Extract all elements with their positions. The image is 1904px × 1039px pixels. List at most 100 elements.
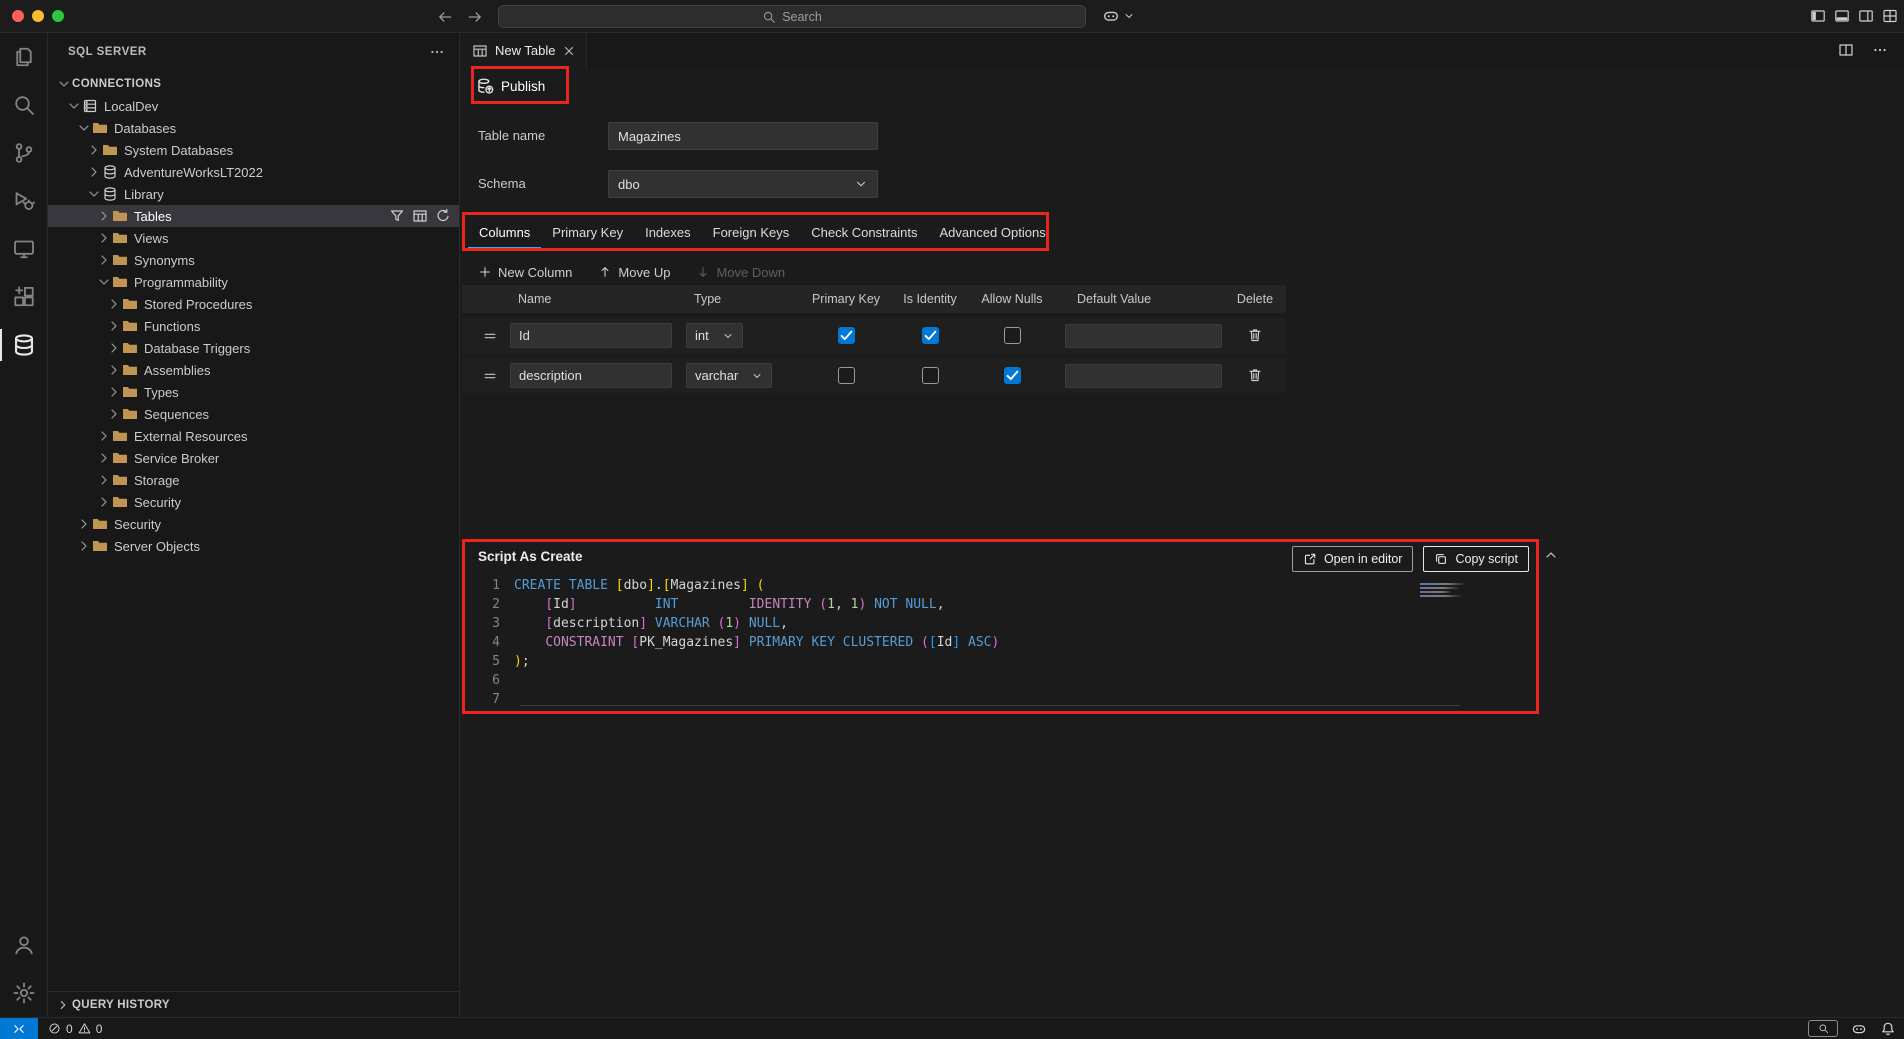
default-value-input[interactable] (1065, 364, 1222, 388)
filter-icon[interactable] (389, 208, 405, 224)
code-line: 6 (462, 671, 1479, 690)
move-up-button[interactable]: Move Up (598, 265, 670, 280)
tree-item-service-broker[interactable]: Service Broker (48, 447, 459, 469)
move-down-button[interactable]: Move Down (696, 265, 785, 280)
activity-item-explorer[interactable] (0, 33, 48, 81)
column-type-dropdown[interactable]: int (686, 323, 743, 348)
designer-tab-indexes[interactable]: Indexes (634, 215, 702, 249)
query-history-section[interactable]: QUERY HISTORY (48, 991, 459, 1017)
tree-item-security[interactable]: Security (48, 513, 459, 535)
delete-column-icon[interactable] (1247, 367, 1263, 383)
activity-bar-bottom (0, 921, 47, 1017)
chevron-right-icon (76, 538, 92, 554)
copy-script-label: Copy script (1455, 552, 1518, 566)
tree-item-server-objects[interactable]: Server Objects (48, 535, 459, 557)
tree-item-connections[interactable]: CONNECTIONS (48, 73, 459, 95)
tree-item-sequences[interactable]: Sequences (48, 403, 459, 425)
tree-item-views[interactable]: Views (48, 227, 459, 249)
designer-tab-advanced-options[interactable]: Advanced Options (928, 215, 1056, 249)
zoom-indicator[interactable] (1808, 1020, 1838, 1037)
is-identity-checkbox[interactable] (922, 367, 939, 384)
refresh-icon[interactable] (435, 208, 451, 224)
tree-item-storage[interactable]: Storage (48, 469, 459, 491)
code-line: 1CREATE TABLE [dbo].[Magazines] ( (462, 576, 1479, 595)
designer-tab-foreign-keys[interactable]: Foreign Keys (702, 215, 801, 249)
back-icon[interactable] (436, 8, 454, 26)
tree-item-types[interactable]: Types (48, 381, 459, 403)
is-identity-checkbox[interactable] (922, 327, 939, 344)
tree-item-system-databases[interactable]: System Databases (48, 139, 459, 161)
designer-tab-primary-key[interactable]: Primary Key (541, 215, 634, 249)
tree-item-label: Types (144, 385, 179, 400)
column-header-default-value: Default Value (1065, 285, 1222, 313)
close-window-button[interactable] (12, 10, 24, 22)
delete-column-icon[interactable] (1247, 327, 1263, 343)
tree-item-label: Synonyms (134, 253, 195, 268)
activity-item-source-control[interactable] (0, 129, 48, 177)
activity-item-remote-explorer[interactable] (0, 225, 48, 273)
open-in-editor-button[interactable]: Open in editor (1292, 546, 1414, 572)
tree-item-synonyms[interactable]: Synonyms (48, 249, 459, 271)
command-center-search[interactable]: Search (498, 5, 1086, 28)
primary-key-checkbox[interactable] (838, 327, 855, 344)
tree-item-external-resources[interactable]: External Resources (48, 425, 459, 447)
activity-item-run-and-debug[interactable] (0, 177, 48, 225)
tree-item-functions[interactable]: Functions (48, 315, 459, 337)
drag-handle-icon[interactable] (474, 358, 506, 393)
tab-new-table[interactable]: New Table (460, 33, 587, 68)
activity-item-extensions[interactable] (0, 273, 48, 321)
tree-item-label: Database Triggers (144, 341, 250, 356)
column-name-input[interactable]: Id (510, 323, 672, 348)
column-type-dropdown[interactable]: varchar (686, 363, 772, 388)
minimize-window-button[interactable] (32, 10, 44, 22)
chevron-down-icon (86, 186, 102, 202)
more-actions-icon[interactable] (1872, 42, 1888, 58)
primary-key-checkbox[interactable] (838, 367, 855, 384)
default-value-input[interactable] (1065, 324, 1222, 348)
maximize-window-button[interactable] (52, 10, 64, 22)
allow-nulls-checkbox[interactable] (1004, 327, 1021, 344)
designer-tab-columns[interactable]: Columns (468, 215, 541, 249)
line-number: 5 (462, 652, 514, 671)
code-line: 4 CONSTRAINT [PK_Magazines] PRIMARY KEY … (462, 633, 1479, 652)
activity-item-settings[interactable] (0, 969, 48, 1017)
designer-tab-check-constraints[interactable]: Check Constraints (800, 215, 928, 249)
copy-script-button[interactable]: Copy script (1423, 546, 1529, 572)
new-column-button[interactable]: New Column (478, 265, 572, 280)
allow-nulls-checkbox[interactable] (1004, 367, 1021, 384)
customize-layout-icon[interactable] (1882, 8, 1898, 24)
problems-indicator[interactable]: 0 0 (48, 1022, 102, 1036)
tree-item-localdev[interactable]: LocalDev (48, 95, 459, 117)
column-name-input[interactable]: description (510, 363, 672, 388)
split-editor-icon[interactable] (1838, 42, 1854, 58)
activity-item-accounts[interactable] (0, 921, 48, 969)
activity-item-sql-server[interactable] (0, 321, 48, 369)
tree-item-adventureworkslt2022[interactable]: AdventureWorksLT2022 (48, 161, 459, 183)
tree-item-security[interactable]: Security (48, 491, 459, 513)
table-icon[interactable] (412, 208, 428, 224)
collapse-panel-icon[interactable] (1543, 547, 1559, 563)
tree-item-tables[interactable]: Tables (48, 205, 459, 227)
close-tab-icon[interactable] (562, 44, 576, 58)
toggle-primary-sidebar-icon[interactable] (1810, 8, 1826, 24)
forward-icon[interactable] (466, 8, 484, 26)
tree-item-stored-procedures[interactable]: Stored Procedures (48, 293, 459, 315)
tree-item-library[interactable]: Library (48, 183, 459, 205)
copilot-status-icon[interactable] (1851, 1021, 1867, 1037)
toggle-panel-icon[interactable] (1834, 8, 1850, 24)
tree-item-assemblies[interactable]: Assemblies (48, 359, 459, 381)
activity-item-search[interactable] (0, 81, 48, 129)
publish-button[interactable]: Publish (476, 72, 545, 100)
toggle-secondary-sidebar-icon[interactable] (1858, 8, 1874, 24)
remote-indicator[interactable] (0, 1018, 38, 1039)
tree-item-database-triggers[interactable]: Database Triggers (48, 337, 459, 359)
notifications-bell-icon[interactable] (1880, 1021, 1896, 1037)
drag-handle-icon[interactable] (474, 318, 506, 353)
line-number: 6 (462, 671, 514, 690)
copilot-menu[interactable] (1102, 7, 1135, 25)
schema-dropdown[interactable]: dbo (608, 170, 878, 198)
table-name-input[interactable] (608, 122, 878, 150)
tree-item-programmability[interactable]: Programmability (48, 271, 459, 293)
more-actions-icon[interactable] (429, 44, 445, 60)
tree-item-databases[interactable]: Databases (48, 117, 459, 139)
